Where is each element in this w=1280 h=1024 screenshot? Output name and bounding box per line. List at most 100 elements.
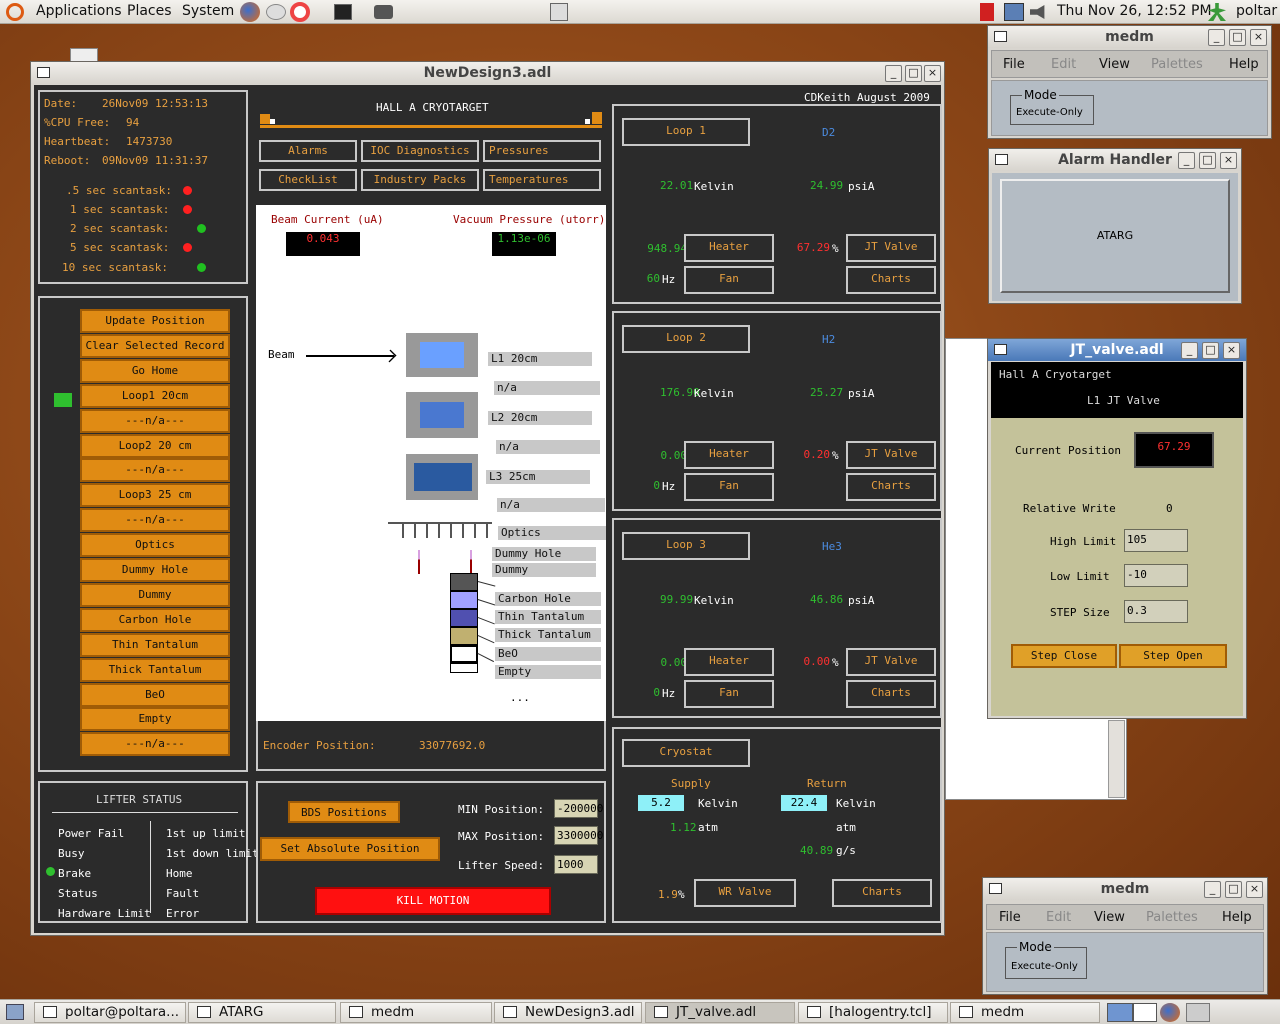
firefox-icon[interactable]	[240, 2, 260, 22]
nav-button-temperatures[interactable]: Temperatures	[483, 169, 601, 191]
taskbar-item[interactable]: [halogentry.tcl]	[798, 1002, 948, 1023]
firefox-icon[interactable]	[1160, 1003, 1180, 1022]
target-button[interactable]: Carbon Hole	[80, 607, 230, 632]
help-menu[interactable]: Help	[1222, 910, 1252, 925]
heater-button[interactable]: Heater	[684, 441, 774, 469]
help-icon[interactable]	[290, 2, 310, 22]
loop-button[interactable]: Loop 3	[622, 532, 750, 560]
target-button[interactable]: ---n/a---	[80, 732, 230, 757]
min-position-input[interactable]: -200000	[554, 799, 603, 818]
nav-button-checklist[interactable]: CheckList	[259, 169, 357, 191]
target-button[interactable]: Clear Selected Record	[80, 333, 230, 358]
update-icon[interactable]	[980, 3, 994, 21]
lifter-speed-input[interactable]: 1000	[554, 855, 598, 874]
loop-button[interactable]: Loop 1	[622, 118, 750, 146]
set-absolute-position-button[interactable]: Set Absolute Position	[260, 837, 440, 861]
heater-button[interactable]: Heater	[684, 234, 774, 262]
palettes-menu[interactable]: Palettes	[1151, 57, 1203, 72]
target-button[interactable]: ---n/a---	[80, 458, 230, 483]
background-window-scrollbar[interactable]	[1108, 720, 1125, 798]
fan-button[interactable]: Fan	[684, 473, 774, 501]
volume-icon[interactable]	[1030, 5, 1045, 19]
minimize-button[interactable]: _	[1208, 29, 1225, 46]
view-menu[interactable]: View	[1099, 57, 1130, 72]
taskbar-item[interactable]: medm	[340, 1002, 492, 1023]
loop-button[interactable]: Loop 2	[622, 325, 750, 353]
target-button[interactable]: ---n/a---	[80, 508, 230, 533]
target-button[interactable]: Loop1 20cm	[80, 383, 230, 408]
kill-motion-button[interactable]: KILL MOTION	[315, 887, 551, 915]
file-menu[interactable]: File	[999, 910, 1021, 925]
edit-menu[interactable]: Edit	[1051, 57, 1076, 72]
close-button[interactable]: ×	[1246, 881, 1263, 898]
close-button[interactable]: ×	[1220, 152, 1237, 169]
target-button[interactable]: Thick Tantalum	[80, 657, 230, 682]
max-position-input[interactable]: 3300000	[554, 826, 603, 845]
close-button[interactable]: ×	[1223, 342, 1240, 359]
charts-button[interactable]: Charts	[846, 680, 936, 708]
network-icon[interactable]	[1004, 3, 1024, 21]
taskbar-item[interactable]: medm	[950, 1002, 1100, 1023]
taskbar-item[interactable]: ATARG	[188, 1002, 336, 1023]
heater-button[interactable]: Heater	[684, 648, 774, 676]
maximize-button[interactable]: □	[1199, 152, 1216, 169]
file-menu[interactable]: File	[1003, 57, 1025, 72]
target-button[interactable]: Dummy Hole	[80, 558, 230, 582]
jt-valve-button[interactable]: JT Valve	[846, 234, 936, 262]
minimize-button[interactable]: _	[885, 65, 902, 82]
wr-valve-button[interactable]: WR Valve	[694, 879, 796, 907]
ubuntu-logo-icon[interactable]	[6, 3, 24, 21]
close-button[interactable]: ×	[924, 65, 941, 82]
target-button[interactable]: ---n/a---	[80, 408, 230, 433]
workspace-2[interactable]	[1133, 1003, 1157, 1022]
target-button[interactable]: BeO	[80, 682, 230, 707]
taskbar-item[interactable]: JT_valve.adl	[645, 1002, 795, 1023]
notes-icon[interactable]	[550, 3, 568, 21]
mail-icon[interactable]	[266, 4, 286, 20]
taskbar-item[interactable]: poltar@poltara...	[34, 1002, 186, 1023]
cryostat-button[interactable]: Cryostat	[622, 739, 750, 767]
system-menu[interactable]: System	[182, 3, 234, 19]
step-size-input[interactable]: 0.3	[1124, 600, 1188, 623]
low-limit-input[interactable]: -10	[1124, 564, 1188, 587]
minimize-button[interactable]: _	[1204, 881, 1221, 898]
maximize-button[interactable]: □	[905, 65, 922, 82]
fan-button[interactable]: Fan	[684, 680, 774, 708]
atarg-button[interactable]: ATARG	[1000, 179, 1230, 293]
maximize-button[interactable]: □	[1229, 29, 1246, 46]
username[interactable]: poltar	[1236, 3, 1277, 19]
jt-valve-button[interactable]: JT Valve	[846, 441, 936, 469]
step-open-button[interactable]: Step Open	[1119, 644, 1227, 668]
minimize-button[interactable]: _	[1181, 342, 1198, 359]
bds-positions-button[interactable]: BDS Positions	[288, 801, 400, 823]
target-button[interactable]: Empty	[80, 707, 230, 732]
cryostat-charts-button[interactable]: Charts	[832, 879, 932, 907]
nav-button-alarms[interactable]: Alarms	[259, 140, 357, 162]
charts-button[interactable]: Charts	[846, 473, 936, 501]
workspace-1[interactable]	[1107, 1003, 1133, 1022]
fan-button[interactable]: Fan	[684, 266, 774, 294]
high-limit-input[interactable]: 105	[1124, 529, 1188, 552]
target-button[interactable]: Loop3 25 cm	[80, 483, 230, 508]
palettes-menu[interactable]: Palettes	[1146, 910, 1198, 925]
close-button[interactable]: ×	[1250, 29, 1267, 46]
terminal-icon[interactable]	[334, 4, 352, 20]
view-menu[interactable]: View	[1094, 910, 1125, 925]
charts-button[interactable]: Charts	[846, 266, 936, 294]
camera-icon[interactable]	[374, 5, 393, 19]
trash-icon[interactable]	[1186, 1003, 1210, 1022]
help-menu[interactable]: Help	[1229, 57, 1259, 72]
target-button[interactable]: Update Position	[80, 309, 230, 333]
window-title[interactable]: NewDesign3.adl	[31, 62, 944, 84]
target-button[interactable]: Go Home	[80, 358, 230, 383]
show-desktop-icon[interactable]	[6, 1004, 24, 1020]
nav-button-ioc-diagnostics[interactable]: IOC Diagnostics	[361, 140, 479, 162]
minimize-button[interactable]: _	[1178, 152, 1195, 169]
nav-button-pressures[interactable]: Pressures	[483, 140, 601, 162]
target-button[interactable]: Dummy	[80, 582, 230, 607]
target-button[interactable]: Thin Tantalum	[80, 632, 230, 657]
taskbar-item[interactable]: NewDesign3.adl	[494, 1002, 642, 1023]
target-button[interactable]: Loop2 20 cm	[80, 433, 230, 458]
places-menu[interactable]: Places	[127, 3, 172, 19]
clock[interactable]: Thu Nov 26, 12:52 PM	[1057, 3, 1212, 19]
